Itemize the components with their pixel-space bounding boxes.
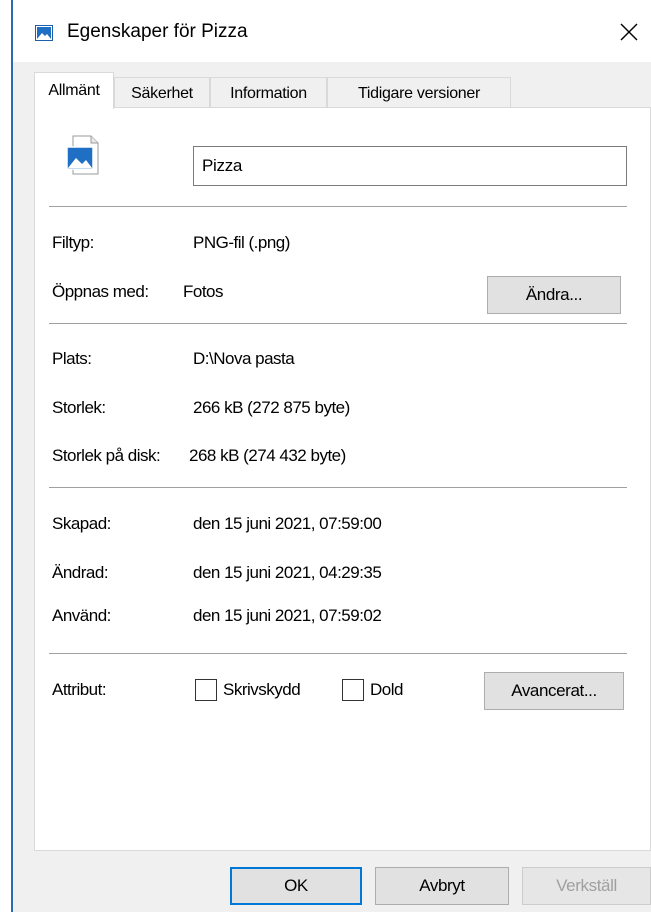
modified-value: den 15 juni 2021, 04:29:35	[193, 563, 382, 582]
file-type-value: PNG-fil (.png)	[193, 233, 290, 252]
properties-dialog: Egenskaper för Pizza Allmänt Säkerhet In…	[13, 0, 651, 912]
hidden-label[interactable]: Dold	[370, 680, 403, 700]
modified-label: Ändrad:	[52, 563, 109, 582]
cancel-button[interactable]: Avbryt	[375, 867, 509, 905]
opens-with-value: Fotos	[183, 282, 224, 301]
file-type-label: Filtyp:	[52, 233, 94, 252]
title-bar: Egenskaper för Pizza	[13, 0, 651, 62]
general-panel	[34, 107, 651, 851]
separator	[49, 323, 627, 324]
ok-button[interactable]: OK	[230, 867, 362, 905]
image-file-icon	[66, 135, 99, 175]
file-name-input[interactable]	[193, 146, 627, 186]
opens-with-label: Öppnas med:	[52, 282, 149, 301]
size-label: Storlek:	[52, 398, 106, 417]
image-file-icon	[35, 25, 53, 41]
tab-previous-versions[interactable]: Tidigare versioner	[327, 77, 511, 110]
size-on-disk-label: Storlek på disk:	[52, 446, 161, 465]
apply-button[interactable]: Verkställ	[522, 867, 651, 905]
tab-general[interactable]: Allmänt	[34, 72, 114, 109]
tab-security[interactable]: Säkerhet	[114, 77, 210, 110]
accessed-label: Använd:	[52, 606, 111, 625]
size-value: 266 kB (272 875 byte)	[193, 398, 350, 417]
tab-details[interactable]: Information	[210, 77, 327, 110]
window-title: Egenskaper för Pizza	[67, 21, 248, 42]
separator	[49, 206, 627, 207]
separator	[49, 653, 627, 654]
accessed-value: den 15 juni 2021, 07:59:02	[193, 606, 382, 625]
readonly-checkbox[interactable]	[195, 679, 217, 701]
readonly-label[interactable]: Skrivskydd	[223, 680, 301, 700]
close-button[interactable]	[607, 12, 651, 52]
hidden-checkbox[interactable]	[342, 679, 364, 701]
close-icon	[620, 23, 638, 41]
location-label: Plats:	[52, 349, 92, 368]
attributes-label: Attribut:	[52, 680, 107, 699]
advanced-button[interactable]: Avancerat...	[484, 672, 624, 710]
change-button[interactable]: Ändra...	[487, 276, 621, 314]
created-label: Skapad:	[52, 514, 111, 533]
separator	[49, 487, 627, 488]
created-value: den 15 juni 2021, 07:59:00	[193, 514, 382, 533]
size-on-disk-value: 268 kB (274 432 byte)	[189, 446, 346, 465]
location-value: D:\Nova pasta	[193, 349, 295, 368]
